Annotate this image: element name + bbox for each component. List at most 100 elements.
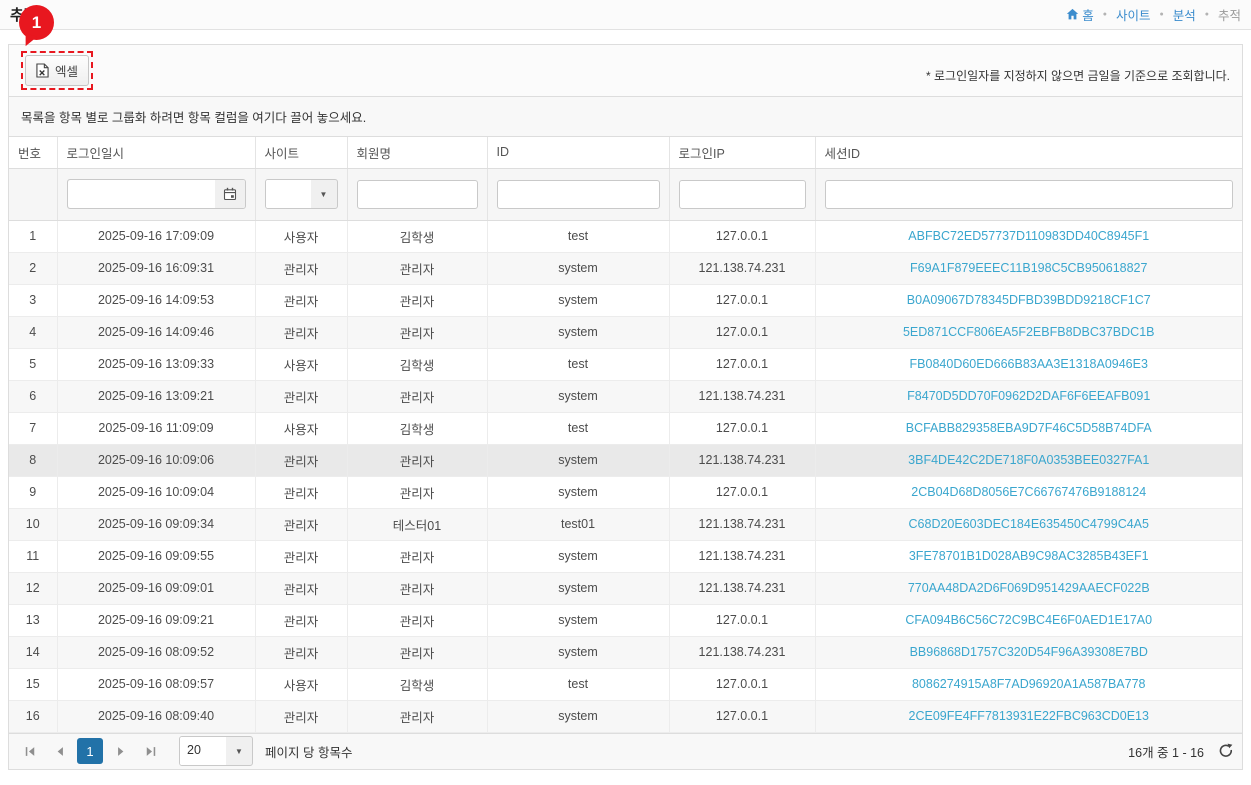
cell-session-id: 2CB04D68D8056E7C66767476B9188124	[815, 476, 1242, 508]
cell-no: 12	[9, 572, 57, 604]
table-row[interactable]: 15 2025-09-16 08:09:57 사용자 김학생 test 127.…	[9, 668, 1242, 700]
cell-login-time: 2025-09-16 09:09:21	[57, 604, 255, 636]
column-header-id[interactable]: ID	[487, 137, 669, 168]
session-id-link[interactable]: B0A09067D78345DFBD39BDD9218CF1C7	[907, 293, 1151, 307]
table-header-row: 번호 로그인일시 사이트 회원명 ID 로그인IP 세션ID	[9, 137, 1242, 168]
table-row[interactable]: 1 2025-09-16 17:09:09 사용자 김학생 test 127.0…	[9, 220, 1242, 252]
table-row[interactable]: 4 2025-09-16 14:09:46 관리자 관리자 system 127…	[9, 316, 1242, 348]
cell-member-name: 관리자	[347, 572, 487, 604]
breadcrumb-separator-icon: ●	[1160, 11, 1164, 18]
id-filter-input[interactable]	[497, 180, 660, 209]
site-filter-value	[266, 180, 311, 208]
cell-no: 1	[9, 220, 57, 252]
cell-session-id: 3BF4DE42C2DE718F0A0353BEE0327FA1	[815, 444, 1242, 476]
session-id-link[interactable]: CFA094B6C56C72C9BC4E6F0AED1E17A0	[905, 613, 1152, 627]
cell-login-time: 2025-09-16 17:09:09	[57, 220, 255, 252]
session-id-link[interactable]: ABFBC72ED57737D110983DD40C8945F1	[908, 229, 1149, 243]
cell-no: 11	[9, 540, 57, 572]
table-row[interactable]: 3 2025-09-16 14:09:53 관리자 관리자 system 127…	[9, 284, 1242, 316]
calendar-button[interactable]	[215, 180, 245, 208]
table-row[interactable]: 9 2025-09-16 10:09:04 관리자 관리자 system 127…	[9, 476, 1242, 508]
cell-id: system	[487, 604, 669, 636]
cell-session-id: 8086274915A8F7AD96920A1A587BA778	[815, 668, 1242, 700]
excel-export-button[interactable]: 엑셀	[25, 55, 89, 86]
column-header-login-time[interactable]: 로그인일시	[57, 137, 255, 168]
session-id-link[interactable]: BB96868D1757C320D54F96A39308E7BD	[910, 645, 1148, 659]
session-id-link[interactable]: 8086274915A8F7AD96920A1A587BA778	[912, 677, 1146, 691]
filter-cell-no	[9, 168, 57, 220]
session-id-link[interactable]: 3FE78701B1D028AB9C98AC3285B43EF1	[909, 549, 1149, 563]
breadcrumb-separator-icon: ●	[1205, 11, 1209, 18]
login-tracking-table: 번호 로그인일시 사이트 회원명 ID 로그인IP 세션ID	[9, 137, 1242, 733]
cell-login-ip: 127.0.0.1	[669, 284, 815, 316]
first-page-icon	[25, 746, 36, 757]
login-date-picker	[67, 179, 246, 209]
cell-login-ip: 127.0.0.1	[669, 348, 815, 380]
next-page-button[interactable]	[107, 738, 133, 764]
column-header-session-id[interactable]: 세션ID	[815, 137, 1242, 168]
cell-site: 관리자	[255, 604, 347, 636]
cell-member-name: 관리자	[347, 604, 487, 636]
table-row[interactable]: 13 2025-09-16 09:09:21 관리자 관리자 system 12…	[9, 604, 1242, 636]
session-id-link[interactable]: BCFABB829358EBA9D7F46C5D58B74DFA	[906, 421, 1152, 435]
table-row[interactable]: 5 2025-09-16 13:09:33 사용자 김학생 test 127.0…	[9, 348, 1242, 380]
cell-session-id: 2CE09FE4FF7813931E22FBC963CD0E13	[815, 700, 1242, 732]
page-size-select[interactable]: 20 ▼	[179, 736, 253, 766]
previous-page-button[interactable]	[47, 738, 73, 764]
cell-site: 사용자	[255, 348, 347, 380]
cell-site: 관리자	[255, 700, 347, 732]
session-id-link[interactable]: 770AA48DA2D6F069D951429AAECF022B	[908, 581, 1150, 595]
cell-no: 7	[9, 412, 57, 444]
table-row[interactable]: 11 2025-09-16 09:09:55 관리자 관리자 system 12…	[9, 540, 1242, 572]
table-row[interactable]: 6 2025-09-16 13:09:21 관리자 관리자 system 121…	[9, 380, 1242, 412]
column-header-member-name[interactable]: 회원명	[347, 137, 487, 168]
session-id-link[interactable]: F69A1F879EEEC11B198C5CB950618827	[910, 261, 1147, 275]
column-header-no[interactable]: 번호	[9, 137, 57, 168]
cell-no: 2	[9, 252, 57, 284]
current-page-button[interactable]: 1	[77, 738, 103, 764]
table-row[interactable]: 7 2025-09-16 11:09:09 사용자 김학생 test 127.0…	[9, 412, 1242, 444]
breadcrumb-analysis-link[interactable]: 분석	[1173, 5, 1196, 24]
session-id-link[interactable]: 3BF4DE42C2DE718F0A0353BEE0327FA1	[908, 453, 1149, 467]
table-row[interactable]: 14 2025-09-16 08:09:52 관리자 관리자 system 12…	[9, 636, 1242, 668]
cell-id: system	[487, 540, 669, 572]
filter-cell-id	[487, 168, 669, 220]
chevron-down-icon: ▼	[226, 737, 252, 765]
cell-session-id: F69A1F879EEEC11B198C5CB950618827	[815, 252, 1242, 284]
cell-login-ip: 121.138.74.231	[669, 252, 815, 284]
table-row[interactable]: 8 2025-09-16 10:09:06 관리자 관리자 system 121…	[9, 444, 1242, 476]
group-drop-zone[interactable]: 목록을 항목 별로 그룹화 하려면 항목 컬럼을 여기다 끌어 놓으세요.	[9, 97, 1242, 137]
first-page-button[interactable]	[17, 738, 43, 764]
previous-page-icon	[55, 746, 66, 757]
site-filter-select[interactable]: ▼	[265, 179, 338, 209]
session-id-link[interactable]: C68D20E603DEC184E635450C4799C4A5	[909, 517, 1149, 531]
cell-session-id: F8470D5DD70F0962D2DAF6F6EEAFB091	[815, 380, 1242, 412]
cell-no: 6	[9, 380, 57, 412]
cell-member-name: 관리자	[347, 700, 487, 732]
column-header-login-ip[interactable]: 로그인IP	[669, 137, 815, 168]
last-page-button[interactable]	[137, 738, 163, 764]
login-ip-filter-input[interactable]	[679, 180, 806, 209]
member-name-filter-input[interactable]	[357, 180, 478, 209]
refresh-button[interactable]	[1218, 743, 1234, 759]
session-id-link[interactable]: F8470D5DD70F0962D2DAF6F6EEAFB091	[907, 389, 1150, 403]
cell-member-name: 관리자	[347, 636, 487, 668]
breadcrumb-home-link[interactable]: 홈	[1066, 5, 1094, 24]
column-header-site[interactable]: 사이트	[255, 137, 347, 168]
login-date-filter-input[interactable]	[68, 180, 215, 208]
session-id-link[interactable]: 5ED871CCF806EA5F2EBFB8DBC37BDC1B	[903, 325, 1155, 339]
session-id-filter-input[interactable]	[825, 180, 1234, 209]
filter-cell-login-time	[57, 168, 255, 220]
session-id-link[interactable]: 2CB04D68D8056E7C66767476B9188124	[911, 485, 1146, 499]
table-row[interactable]: 2 2025-09-16 16:09:31 관리자 관리자 system 121…	[9, 252, 1242, 284]
page-size-label: 페이지 당 항목수	[265, 742, 352, 761]
session-id-link[interactable]: FB0840D60ED666B83AA3E1318A0946E3	[910, 357, 1148, 371]
table-row[interactable]: 12 2025-09-16 09:09:01 관리자 관리자 system 12…	[9, 572, 1242, 604]
session-id-link[interactable]: 2CE09FE4FF7813931E22FBC963CD0E13	[909, 709, 1149, 723]
cell-no: 13	[9, 604, 57, 636]
table-row[interactable]: 16 2025-09-16 08:09:40 관리자 관리자 system 12…	[9, 700, 1242, 732]
table-row[interactable]: 10 2025-09-16 09:09:34 관리자 테스터01 test01 …	[9, 508, 1242, 540]
cell-id: test	[487, 220, 669, 252]
cell-login-time: 2025-09-16 14:09:53	[57, 284, 255, 316]
breadcrumb-site-link[interactable]: 사이트	[1116, 5, 1151, 24]
